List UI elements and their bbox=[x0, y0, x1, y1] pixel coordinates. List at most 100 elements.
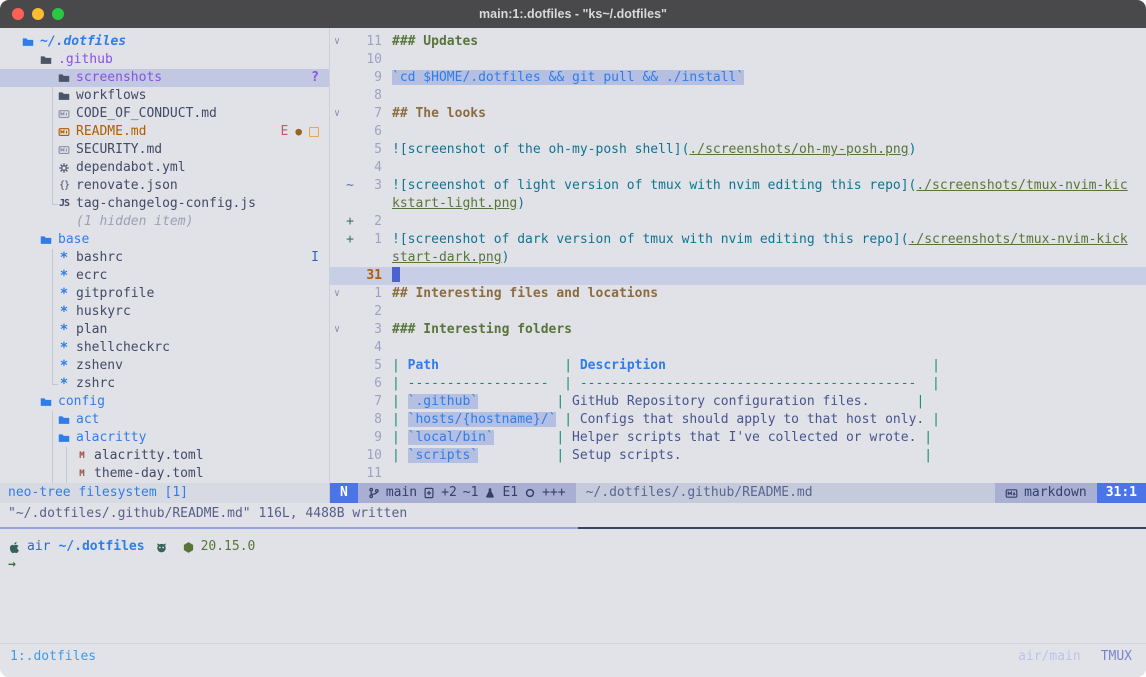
line-number: 2 bbox=[356, 303, 382, 321]
editor-line[interactable]: 7| `.github` | GitHub Repository configu… bbox=[330, 393, 1146, 411]
apple-icon bbox=[8, 541, 21, 554]
file-tree[interactable]: ~/.dotfiles.githubscreenshots?workflowsC… bbox=[0, 28, 330, 483]
tree-item-label: dependabot.yml bbox=[76, 159, 186, 177]
tree-item--.dotfiles[interactable]: ~/.dotfiles bbox=[0, 33, 329, 51]
tree-item-label: README.md bbox=[76, 123, 146, 141]
editor-line[interactable]: 4 bbox=[330, 159, 1146, 177]
editor-line[interactable]: ~3![screenshot of light version of tmux … bbox=[330, 177, 1146, 195]
tree-item-dependabot.yml[interactable]: dependabot.yml bbox=[0, 159, 329, 177]
editor-line[interactable]: 4 bbox=[330, 339, 1146, 357]
editor-line[interactable]: ∨3### Interesting folders bbox=[330, 321, 1146, 339]
git-sign bbox=[344, 357, 356, 375]
shellrc-icon: * bbox=[56, 361, 72, 371]
editor-line[interactable]: ∨1## Interesting files and locations bbox=[330, 285, 1146, 303]
editor-line[interactable]: ∨7## The looks bbox=[330, 105, 1146, 123]
tree-item-code-of-conduct.md[interactable]: CODE_OF_CONDUCT.md bbox=[0, 105, 329, 123]
tree-item--1-hidden-item-[interactable]: (1 hidden item) bbox=[0, 213, 329, 231]
git-sign bbox=[344, 195, 356, 213]
editor-line[interactable]: +1![screenshot of dark version of tmux w… bbox=[330, 231, 1146, 249]
editor-line[interactable]: 9`cd $HOME/.dotfiles && git pull && ./in… bbox=[330, 69, 1146, 87]
git-branch: main bbox=[386, 483, 417, 503]
editor-line[interactable]: 8 bbox=[330, 87, 1146, 105]
editor-line[interactable]: +2 bbox=[330, 213, 1146, 231]
tmux-pane-divider[interactable] bbox=[0, 527, 1146, 529]
status-lines: neo-tree filesystem [1] N main+2~1E1+++ … bbox=[0, 483, 1146, 503]
editor-line[interactable]: 10| `scripts` | Setup scripts. | bbox=[330, 447, 1146, 465]
line-number bbox=[356, 195, 382, 213]
markdown-file-icon bbox=[56, 144, 72, 156]
tree-item-ecrc[interactable]: *ecrc bbox=[0, 267, 329, 285]
markdown-icon bbox=[1005, 487, 1018, 500]
line-text: ## Interesting files and locations bbox=[392, 285, 658, 303]
tree-item-security.md[interactable]: SECURITY.md bbox=[0, 141, 329, 159]
fold-marker[interactable]: ∨ bbox=[330, 105, 344, 123]
tmux-window-tab[interactable]: 1:.dotfiles bbox=[10, 649, 96, 664]
git-sign bbox=[344, 123, 356, 141]
editor-line[interactable]: 5 | Path | Description | bbox=[330, 357, 1146, 375]
tree-item-alacritty.toml[interactable]: Malacritty.toml bbox=[0, 447, 329, 465]
mode-indicator: N bbox=[330, 483, 358, 503]
tree-item-tag-changelog-config.js[interactable]: JStag-changelog-config.js bbox=[0, 195, 329, 213]
tree-item-renovate.json[interactable]: {}renovate.json bbox=[0, 177, 329, 195]
tree-item-.github[interactable]: .github bbox=[0, 51, 329, 69]
tree-item-badges: I bbox=[311, 249, 319, 267]
editor-line[interactable]: ∨11### Updates bbox=[330, 33, 1146, 51]
tree-item-label: shellcheckrc bbox=[76, 339, 170, 357]
line-text: | `.github` | GitHub Repository configur… bbox=[392, 393, 924, 411]
editor-line[interactable]: 5![screenshot of the oh-my-posh shell](.… bbox=[330, 141, 1146, 159]
editor-line[interactable]: kstart-light.png) bbox=[330, 195, 1146, 213]
tree-item-label: SECURITY.md bbox=[76, 141, 162, 159]
tree-item-base[interactable]: base bbox=[0, 231, 329, 249]
line-number: 5 bbox=[356, 357, 382, 375]
tree-item-zshenv[interactable]: * zshenv bbox=[0, 357, 329, 375]
tree-item-gitprofile[interactable]: *gitprofile bbox=[0, 285, 329, 303]
tree-item-alacritty[interactable]: alacritty bbox=[0, 429, 329, 447]
fold-marker bbox=[330, 465, 344, 483]
editor-line[interactable]: 10 bbox=[330, 51, 1146, 69]
line-text: | Path | Description | bbox=[392, 357, 940, 375]
editor-line[interactable]: 6 bbox=[330, 123, 1146, 141]
editor-cursor-line[interactable]: 31 bbox=[330, 267, 1146, 285]
prompt-arrow: → bbox=[8, 556, 16, 574]
tree-item-bashrc[interactable]: *bashrcI bbox=[0, 249, 329, 267]
git-sign bbox=[344, 411, 356, 429]
tree-item-plan[interactable]: *plan bbox=[0, 321, 329, 339]
fold-marker bbox=[330, 447, 344, 465]
tree-item-readme.md[interactable]: README.mdE● bbox=[0, 123, 329, 141]
editor-line[interactable]: 8| `hosts/{hostname}/` | Configs that sh… bbox=[330, 411, 1146, 429]
tree-item-label: CODE_OF_CONDUCT.md bbox=[76, 105, 217, 123]
fold-marker bbox=[330, 393, 344, 411]
tree-item-theme-day.toml[interactable]: Mtheme-day.toml bbox=[0, 465, 329, 483]
tree-item-label: workflows bbox=[76, 87, 146, 105]
tree-item-shellcheckrc[interactable]: *shellcheckrc bbox=[0, 339, 329, 357]
tree-item-label: screenshots bbox=[76, 69, 162, 87]
fold-marker[interactable]: ∨ bbox=[330, 321, 344, 339]
line-number: 11 bbox=[356, 465, 382, 483]
editor-line[interactable]: 11 bbox=[330, 465, 1146, 483]
editor-line[interactable]: 2 bbox=[330, 303, 1146, 321]
editor-line[interactable]: 6| ------------------ | ----------------… bbox=[330, 375, 1146, 393]
git-sign bbox=[344, 393, 356, 411]
tree-item-zshrc[interactable]: *zshrc bbox=[0, 375, 329, 393]
shellrc-icon: * bbox=[56, 271, 72, 281]
folder-icon bbox=[56, 432, 72, 444]
tree-item-workflows[interactable]: workflows bbox=[0, 87, 329, 105]
toml-icon: M bbox=[74, 465, 90, 483]
tree-item-screenshots[interactable]: screenshots? bbox=[0, 69, 329, 87]
editor-line[interactable]: start-dark.png) bbox=[330, 249, 1146, 267]
folder-icon bbox=[56, 414, 72, 426]
fold-marker[interactable]: ∨ bbox=[330, 285, 344, 303]
javascript-icon: JS bbox=[56, 195, 72, 213]
editor-line[interactable]: 9| `local/bin` | Helper scripts that I'v… bbox=[330, 429, 1146, 447]
tree-item-huskyrc[interactable]: *huskyrc bbox=[0, 303, 329, 321]
tree-item-config[interactable]: config bbox=[0, 393, 329, 411]
line-number: 2 bbox=[356, 213, 382, 231]
tree-item-act[interactable]: act bbox=[0, 411, 329, 429]
tree-item-label: zshenv bbox=[76, 357, 123, 375]
editor-buffer[interactable]: ∨11### Updates109`cd $HOME/.dotfiles && … bbox=[330, 28, 1146, 483]
prompt-host: air bbox=[27, 538, 50, 556]
shell-pane[interactable]: air ~/.dotfiles 20.15.0 → bbox=[0, 529, 1146, 643]
fold-marker[interactable]: ∨ bbox=[330, 33, 344, 51]
fold-marker bbox=[330, 303, 344, 321]
tree-item-label: tag-changelog-config.js bbox=[76, 195, 256, 213]
